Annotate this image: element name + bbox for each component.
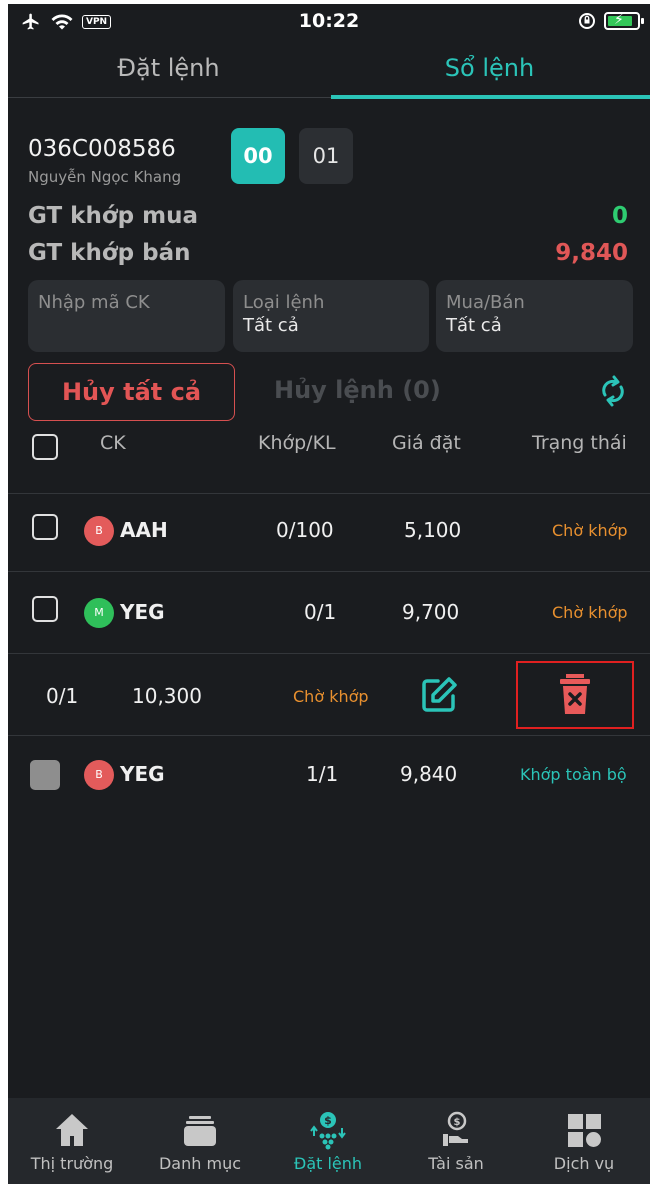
row-symbol: YEG — [120, 600, 165, 624]
row-checkbox-disabled — [30, 760, 60, 790]
nav-place-order[interactable]: $ Đặt lệnh — [264, 1098, 392, 1184]
nav-market[interactable]: Thị trường — [8, 1098, 136, 1184]
row-symbol: YEG — [120, 762, 165, 786]
matched-sell-label: GT khớp bán — [28, 240, 191, 266]
symbol-search-input[interactable]: Nhập mã CK — [28, 280, 225, 352]
row-price: 9,840 — [400, 762, 458, 786]
row-status: Chờ khớp — [552, 521, 628, 540]
row-status: Chờ khớp — [293, 687, 369, 706]
services-icon — [568, 1114, 601, 1147]
row-status: Chờ khớp — [552, 603, 628, 622]
select-all-checkbox[interactable] — [32, 434, 58, 460]
order-type-select[interactable]: Loại lệnh Tất cả — [233, 280, 429, 352]
row-price: 10,300 — [132, 684, 202, 708]
row-matched: 1/1 — [306, 762, 339, 786]
row-status: Khớp toàn bộ — [520, 765, 627, 784]
side-badge: M — [84, 598, 114, 628]
trash-icon[interactable] — [560, 674, 590, 714]
header-symbol: CK — [100, 432, 126, 454]
header-status: Trạng thái — [532, 432, 627, 454]
nav-portfolio-label: Danh mục — [158, 1154, 241, 1173]
row-checkbox[interactable] — [32, 596, 58, 622]
side-badge: B — [84, 760, 114, 790]
svg-text:$: $ — [324, 1114, 332, 1127]
symbol-search-placeholder: Nhập mã CK — [38, 292, 150, 313]
nav-services[interactable]: Dịch vụ — [520, 1098, 648, 1184]
home-icon — [56, 1114, 88, 1146]
table-row[interactable]: B AAH 0/100 5,100 Chờ khớp — [8, 494, 650, 572]
side-label: Mua/Bán — [446, 292, 525, 313]
side-select[interactable]: Mua/Bán Tất cả — [436, 280, 633, 352]
order-icon: $ — [310, 1112, 346, 1150]
tab-order-book[interactable]: Sổ lệnh — [329, 48, 650, 99]
row-checkbox[interactable] — [32, 514, 58, 540]
account-name: Nguyễn Ngọc Khang — [28, 168, 182, 186]
header-matched: Khớp/KL — [258, 432, 336, 454]
matched-buy-label: GT khớp mua — [28, 203, 198, 229]
row-symbol: AAH — [120, 518, 168, 542]
matched-buy-row: GT khớp mua 0 — [28, 203, 628, 229]
header-price: Giá đặt — [392, 432, 461, 454]
matched-buy-value: 0 — [611, 203, 628, 229]
battery-icon: ⚡ — [604, 12, 644, 30]
order-type-label: Loại lệnh — [243, 292, 325, 313]
refresh-icon[interactable] — [596, 374, 630, 408]
cancel-selected-button[interactable]: Hủy lệnh (0) — [274, 376, 441, 404]
nav-services-label: Dịch vụ — [553, 1154, 615, 1173]
row-matched: 0/1 — [46, 684, 79, 708]
nav-assets-label: Tài sản — [428, 1154, 484, 1173]
nav-portfolio[interactable]: Danh mục — [136, 1098, 264, 1184]
wallet-icon — [184, 1116, 216, 1146]
svg-text:$: $ — [454, 1117, 461, 1128]
cancel-all-button[interactable]: Hủy tất cả — [28, 363, 235, 421]
account-number: 036C008586 — [28, 136, 176, 162]
sub-account-01-button[interactable]: 01 — [299, 128, 353, 184]
sub-account-00-button[interactable]: 00 — [231, 128, 285, 184]
matched-sell-row: GT khớp bán 9,840 — [28, 240, 628, 266]
edit-icon[interactable] — [420, 676, 458, 714]
asset-icon: $ — [443, 1111, 468, 1146]
tab-place-order[interactable]: Đặt lệnh — [8, 48, 329, 98]
bottom-nav: Thị trường Danh mục $ Đặt lệnh $ Tài sản… — [8, 1098, 650, 1184]
side-value: Tất cả — [446, 315, 502, 336]
table-row[interactable]: M YEG 0/1 9,700 Chờ khớp — [8, 572, 650, 654]
table-row[interactable]: B YEG 1/1 9,840 Khớp toàn bộ — [8, 736, 650, 812]
clock: 10:22 — [298, 10, 360, 32]
nav-place-order-label: Đặt lệnh — [293, 1154, 363, 1173]
status-bar: VPN 10:22 ⚡ — [8, 4, 650, 40]
tab-bar: Đặt lệnh Sổ lệnh — [8, 48, 650, 99]
row-price: 5,100 — [404, 518, 462, 542]
table-header: CK Khớp/KL Giá đặt Trạng thái — [8, 422, 650, 494]
matched-sell-value: 9,840 — [555, 240, 628, 266]
order-type-value: Tất cả — [243, 315, 299, 336]
row-matched: 0/1 — [304, 600, 337, 624]
nav-assets[interactable]: $ Tài sản — [392, 1098, 520, 1184]
orientation-lock-icon — [579, 13, 595, 29]
row-matched: 0/100 — [276, 518, 334, 542]
side-badge: B — [84, 516, 114, 546]
row-price: 9,700 — [402, 600, 460, 624]
app-screen: VPN 10:22 ⚡ Đặt lệnh Sổ lệnh 036C008586 … — [8, 4, 650, 1184]
nav-market-label: Thị trường — [30, 1154, 114, 1173]
